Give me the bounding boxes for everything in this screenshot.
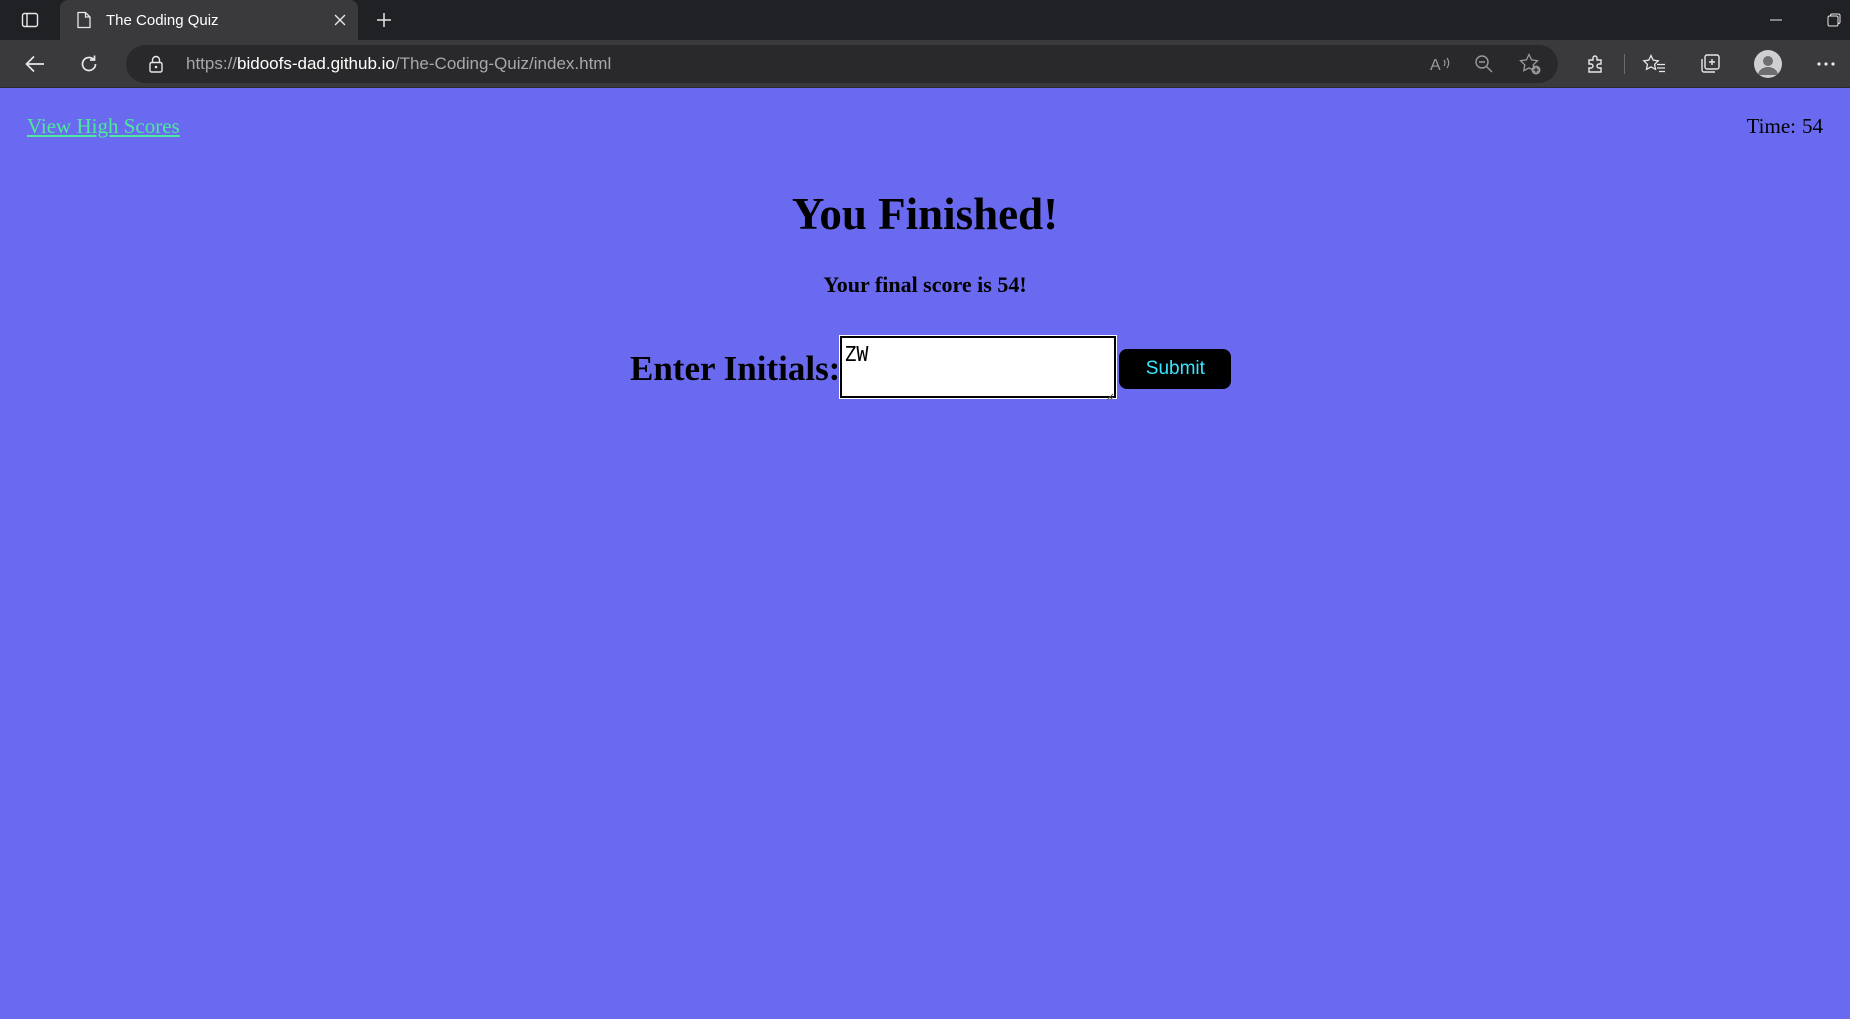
- initials-label: Enter Initials:: [630, 349, 841, 388]
- final-score-text: Your final score is 54!: [0, 272, 1850, 298]
- profile-avatar[interactable]: [1754, 50, 1782, 78]
- extensions-icon[interactable]: [1582, 50, 1610, 78]
- toolbar-divider: [1624, 54, 1625, 74]
- score-value: 54: [997, 272, 1020, 297]
- refresh-icon[interactable]: [73, 48, 105, 80]
- url-host: bidoofs-dad.github.io: [237, 54, 395, 73]
- back-arrow-icon[interactable]: [19, 48, 51, 80]
- finished-heading: You Finished!: [791, 189, 1059, 239]
- read-aloud-icon[interactable]: A: [1428, 52, 1452, 76]
- view-high-scores-link[interactable]: View High Scores: [27, 114, 180, 139]
- close-tab-icon[interactable]: [324, 4, 356, 36]
- score-suffix: !: [1019, 272, 1027, 297]
- user-icon: [1758, 56, 1778, 75]
- address-bar[interactable]: https://bidoofs-dad.github.io/The-Coding…: [126, 45, 1558, 83]
- url-text[interactable]: https://bidoofs-dad.github.io/The-Coding…: [186, 45, 611, 83]
- browser-tab-bar: The Coding Quiz: [0, 0, 1850, 40]
- initials-input[interactable]: ZW: [839, 334, 1118, 399]
- tab-title: The Coding Quiz: [106, 11, 219, 29]
- initials-input-wrapper: ZW: [839, 334, 1118, 403]
- resize-grip-icon[interactable]: [1104, 391, 1114, 401]
- quiz-page: View High Scores Time: 54 You Finished! Y…: [0, 88, 1850, 1019]
- tab-actions-icon[interactable]: [18, 8, 42, 32]
- submit-button[interactable]: Submit: [1119, 349, 1232, 389]
- collections-icon[interactable]: [1696, 50, 1724, 78]
- page-icon: [74, 10, 94, 30]
- browser-toolbar: https://bidoofs-dad.github.io/The-Coding…: [0, 40, 1850, 88]
- timer-value: 54: [1802, 114, 1823, 138]
- timer: Time: 54: [1747, 114, 1823, 139]
- url-path: /The-Coding-Quiz/index.html: [394, 54, 612, 73]
- browser-tab[interactable]: The Coding Quiz: [60, 0, 358, 40]
- svg-text:A: A: [1430, 57, 1441, 74]
- minimize-icon[interactable]: [1760, 4, 1792, 36]
- restore-icon[interactable]: [1818, 4, 1850, 36]
- initials-form: Enter Initials: ZW Submit: [630, 334, 1232, 403]
- lock-icon[interactable]: [146, 54, 166, 74]
- more-options-icon[interactable]: [1812, 50, 1840, 78]
- favorites-icon[interactable]: [1640, 50, 1668, 78]
- timer-label: Time:: [1746, 114, 1796, 138]
- url-prefix: https://: [186, 54, 238, 73]
- new-tab-icon[interactable]: [368, 4, 400, 36]
- zoom-out-icon[interactable]: [1472, 52, 1496, 76]
- add-favorite-icon[interactable]: [1518, 52, 1542, 76]
- score-prefix: Your final score is: [823, 272, 998, 297]
